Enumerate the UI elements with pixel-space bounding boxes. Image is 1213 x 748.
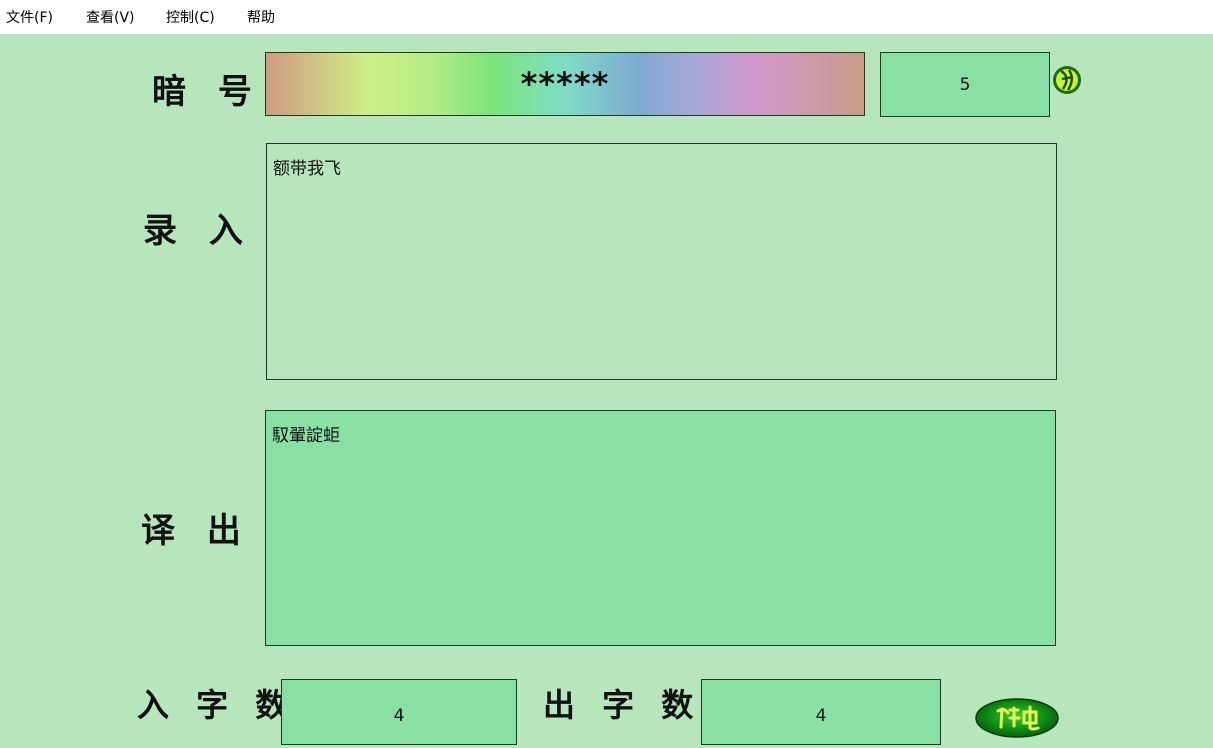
translate-button[interactable] — [974, 697, 1060, 739]
menu-control[interactable]: 控制(C) — [166, 10, 215, 26]
menu-bar: 文件(F) 查看(V) 控制(C) 帮助 — [0, 0, 1213, 34]
input-textarea[interactable]: 额带我飞 — [266, 143, 1057, 380]
menu-view[interactable]: 查看(V) — [86, 10, 135, 26]
input-count-field[interactable]: 4 — [281, 679, 517, 745]
output-count-label: 出 字 数 — [543, 686, 702, 724]
output-count-field[interactable]: 4 — [701, 679, 941, 745]
password-length-value: 5 — [959, 74, 971, 95]
password-field[interactable]: ***** — [265, 52, 865, 116]
input-text: 额带我飞 — [273, 159, 341, 179]
green-oval-translate-icon — [975, 698, 1059, 738]
output-textarea[interactable]: 馭翬諚蚷 — [265, 410, 1056, 646]
password-length-field[interactable]: 5 — [880, 52, 1050, 117]
input-count-value: 4 — [393, 706, 405, 726]
knot-emblem-icon[interactable] — [1051, 65, 1083, 95]
menu-help[interactable]: 帮助 — [247, 10, 275, 26]
password-masked-value: ***** — [520, 65, 610, 103]
output-label: 译 出 — [141, 511, 251, 551]
menu-file[interactable]: 文件(F) — [6, 10, 53, 26]
output-text: 馭翬諚蚷 — [272, 426, 340, 446]
input-count-label: 入 字 数 — [137, 686, 296, 724]
output-count-value: 4 — [815, 706, 827, 726]
input-label: 录 入 — [143, 211, 253, 251]
password-label: 暗 号 — [152, 72, 262, 112]
